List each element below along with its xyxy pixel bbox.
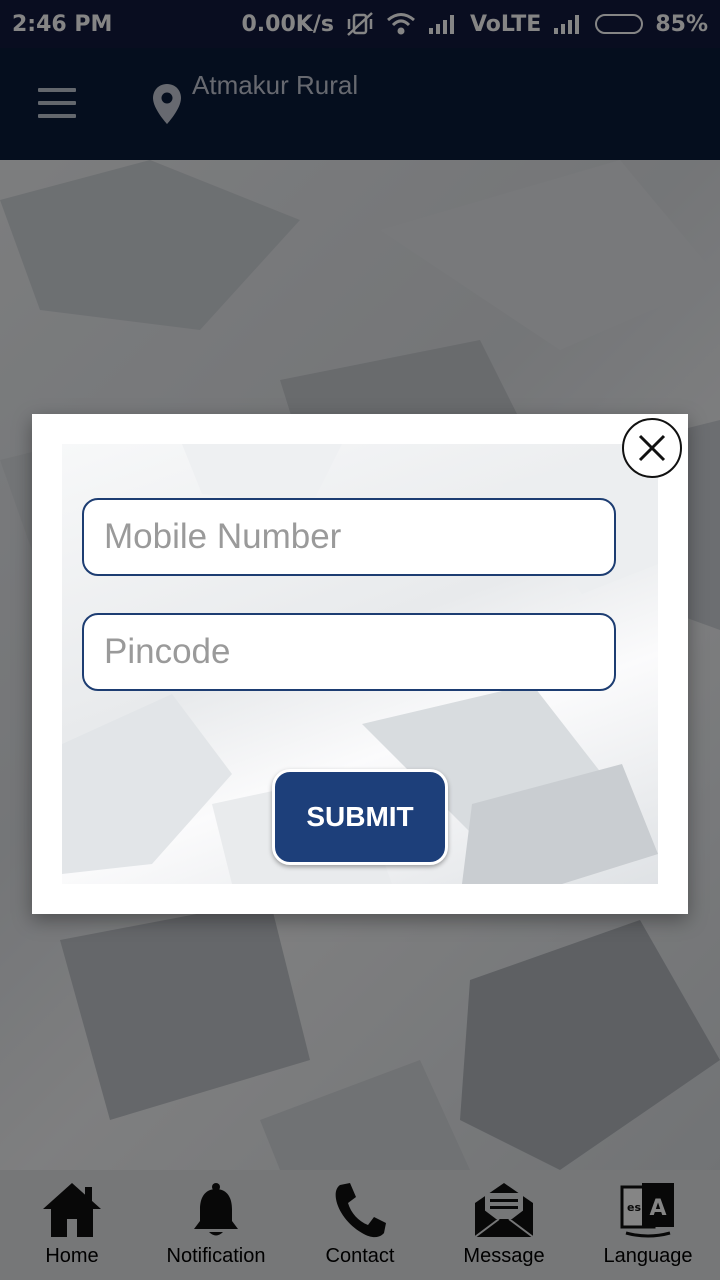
bottom-navigation: Home Notification Contact Message A es L… <box>0 1170 720 1280</box>
close-button[interactable] <box>622 418 682 478</box>
nav-contact-label: Contact <box>325 1245 395 1267</box>
language-icon: A es <box>618 1177 678 1239</box>
dialog-content: SUBMIT <box>62 444 658 884</box>
nav-language[interactable]: A es Language <box>576 1170 720 1280</box>
nav-message[interactable]: Message <box>432 1170 576 1280</box>
pincode-input[interactable] <box>82 613 616 691</box>
svg-text:es: es <box>627 1201 641 1214</box>
nav-contact[interactable]: Contact <box>288 1170 432 1280</box>
home-icon <box>41 1177 103 1239</box>
nav-language-label: Language <box>603 1245 693 1267</box>
nav-message-label: Message <box>463 1245 545 1267</box>
nav-notification[interactable]: Notification <box>144 1170 288 1280</box>
login-dialog: SUBMIT <box>32 414 688 914</box>
svg-text:A: A <box>649 1196 666 1221</box>
phone-icon <box>332 1177 388 1239</box>
nav-home-label: Home <box>45 1245 99 1267</box>
bell-icon <box>190 1177 242 1239</box>
envelope-icon <box>473 1177 535 1239</box>
submit-button[interactable]: SUBMIT <box>272 769 448 865</box>
mobile-number-input[interactable] <box>82 498 616 576</box>
nav-home[interactable]: Home <box>0 1170 144 1280</box>
close-icon <box>638 434 666 462</box>
nav-notification-label: Notification <box>166 1245 266 1267</box>
